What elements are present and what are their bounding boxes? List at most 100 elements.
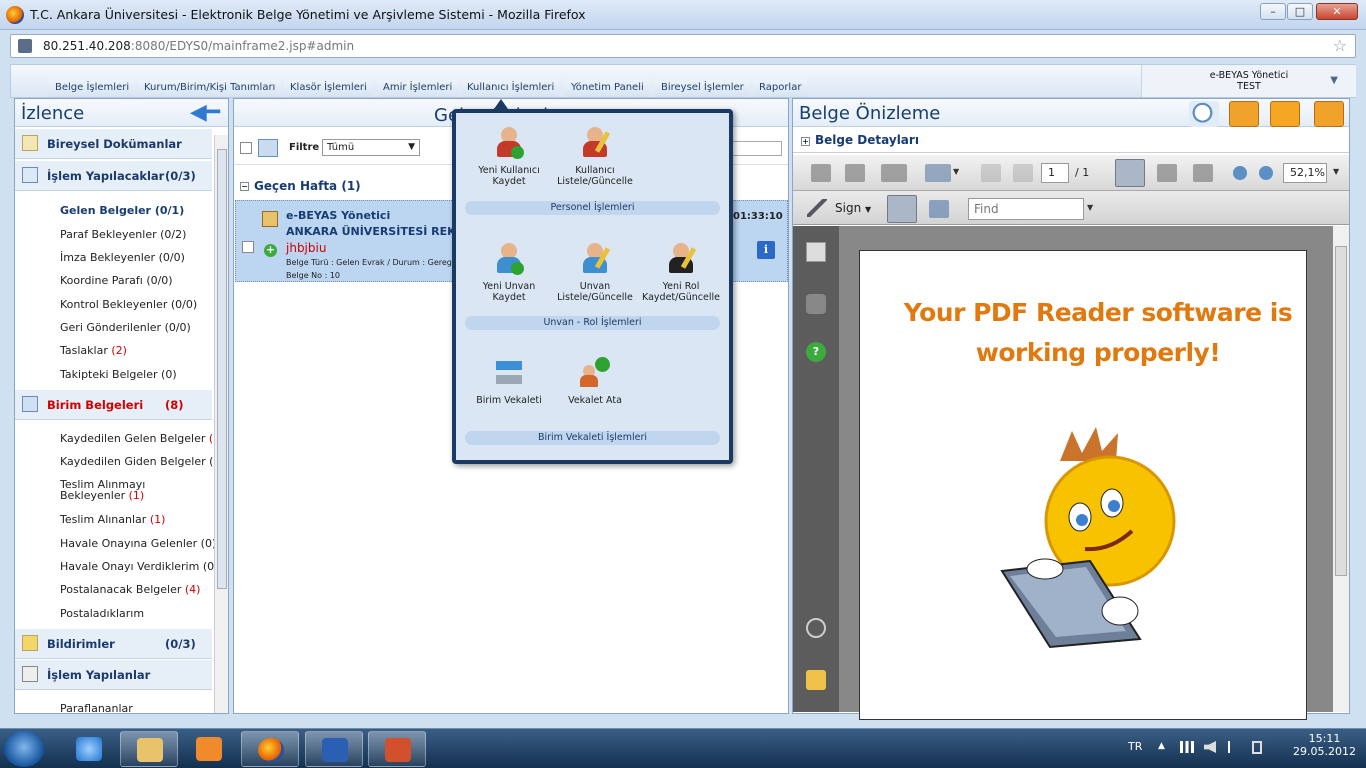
bookmark-star-icon[interactable]: ☆ [1333, 36, 1347, 55]
address-bar[interactable]: 80.251.40.208:8080/EDYS0/mainframe2.jsp#… [10, 34, 1356, 58]
start-button[interactable] [4, 731, 44, 767]
list-item-havale-onayi-verdiklerim[interactable]: Havale Onayı Verdiklerim (0) [60, 560, 218, 573]
yeni-rol-kaydet-button[interactable]: Yeni Rol Kaydet/Güncelle [638, 243, 724, 303]
hand-tool-icon[interactable] [1157, 164, 1177, 182]
list-item-paraf-bekleyenler[interactable]: Paraf Bekleyenler (0/2) [60, 228, 186, 241]
list-item-koordine-parafi[interactable]: Koordine Parafı (0/0) [60, 274, 173, 287]
taskbar-ie[interactable] [60, 731, 118, 767]
list-item-gelen-belgeler[interactable]: Gelen Belgeler (0/1) [60, 204, 184, 217]
info-button[interactable]: i [757, 241, 775, 259]
select-all-checkbox[interactable] [240, 142, 252, 154]
filter-select[interactable]: Tümü ▼ [322, 139, 420, 156]
sign-button[interactable]: Sign ▼ [835, 201, 871, 215]
list-item-havale-onayina[interactable]: Havale Onayına Gelenler (0) [60, 537, 216, 550]
kullanici-listele-button[interactable]: Kullanıcı Listele/Güncelle [552, 127, 638, 187]
list-item-kaydedilen-gelen[interactable]: Kaydedilen Gelen Belgeler (2) [60, 432, 225, 445]
page-input[interactable]: 1 [1041, 163, 1069, 183]
search-input[interactable] [730, 141, 782, 156]
volume-icon[interactable] [1204, 741, 1216, 753]
find-input[interactable]: Find [968, 198, 1084, 220]
edit-icon[interactable] [1314, 101, 1344, 127]
menu-klasor-islemleri[interactable]: Klasör İşlemleri [284, 79, 373, 97]
language-indicator[interactable]: TR [1128, 740, 1142, 753]
menu-kurum-tanimlari[interactable]: Kurum/Birim/Kişi Tanımları [138, 79, 282, 97]
list-item-kontrol-bekleyenler[interactable]: Kontrol Bekleyenler (0/0) [60, 298, 197, 311]
taskbar-powerpoint[interactable] [368, 731, 426, 767]
fit-page-icon[interactable] [929, 200, 949, 218]
list-item-teslim-alinmayi[interactable]: Teslim Alınmayı Bekleyenler (1) [60, 479, 145, 501]
marquee-zoom-icon[interactable] [1193, 164, 1213, 182]
network-icon[interactable] [1180, 741, 1194, 753]
help-icon[interactable]: ? [806, 342, 826, 362]
close-button[interactable]: ✕ [1316, 3, 1358, 20]
zoom-out-icon[interactable] [1233, 166, 1247, 180]
yeni-unvan-kaydet-button[interactable]: Yeni Unvan Kaydet [466, 243, 552, 303]
zoom-preview-icon[interactable] [1189, 101, 1219, 127]
menu-amir-islemleri[interactable]: Amir İşlemleri [377, 79, 459, 97]
section-bildirimler[interactable]: Bildirimler (0/3) [15, 629, 212, 659]
taskbar-explorer[interactable] [120, 731, 178, 767]
menu-bireysel-islemler[interactable]: Bireysel İşlemler [655, 79, 750, 97]
select-tool-icon[interactable] [1115, 159, 1145, 187]
list-item-taslaklar[interactable]: Taslaklar (2) [60, 344, 127, 357]
vekalet-ata-button[interactable]: Vekalet Ata [552, 357, 638, 406]
user-box[interactable]: e-BEYAS Yönetici TEST ▼ [1141, 65, 1356, 97]
add-icon[interactable]: + [264, 244, 277, 257]
left-scrollbar[interactable] [214, 135, 228, 713]
list-item-teslim-alinanlar[interactable]: Teslim Alınanlar (1) [60, 513, 165, 526]
flag-icon[interactable] [1228, 741, 1240, 753]
minimize-button[interactable]: – [1260, 3, 1286, 20]
chevron-down-icon[interactable]: ▼ [1330, 75, 1338, 86]
menu-belge-islemleri[interactable]: Belge İşlemleri [49, 79, 136, 97]
section-islem-yapilanlar[interactable]: İşlem Yapılanlar [15, 660, 212, 690]
chevron-down-icon[interactable]: ▼ [1333, 167, 1339, 176]
next-page-icon[interactable] [1013, 164, 1033, 182]
attachment-icon[interactable] [806, 618, 826, 638]
mail-icon[interactable] [1270, 101, 1300, 127]
section-islem-yapilacaklar[interactable]: İşlem Yapılacaklar (0/3) [15, 161, 212, 191]
collapse-arrow-icon[interactable]: ◀━ [190, 102, 220, 124]
list-item-paraflananlar[interactable]: Paraflananlar [60, 702, 133, 715]
section-birim-belgeleri[interactable]: Birim Belgeleri (8) [15, 390, 212, 420]
menu-kullanici-islemleri[interactable]: Kullanıcı İşlemleri [461, 79, 561, 97]
yeni-kullanici-kaydet-button[interactable]: Yeni Kullanıcı Kaydet [466, 127, 552, 187]
tray-expand-icon[interactable]: ▲ [1158, 741, 1165, 751]
clock[interactable]: 15:11 29.05.2012 [1293, 732, 1356, 758]
menu-raporlar[interactable]: Raporlar [753, 79, 808, 97]
battery-icon[interactable] [1252, 741, 1262, 754]
list-item-postaladiklarim[interactable]: Postaladıklarım [60, 607, 144, 620]
list-item-imza-bekleyenler[interactable]: İmza Bekleyenler (0/0) [60, 251, 185, 264]
binoculars-icon[interactable] [806, 294, 826, 314]
list-item-geri-gonderilenler[interactable]: Geri Gönderilenler (0/0) [60, 321, 191, 334]
list-item-takipteki-belgeler[interactable]: Takipteki Belgeler (0) [60, 368, 177, 381]
chevron-down-icon[interactable]: ▼ [953, 167, 959, 176]
prev-page-icon[interactable] [981, 164, 1001, 182]
url-text[interactable]: 80.251.40.208:8080/EDYS0/mainframe2.jsp#… [43, 39, 354, 53]
pages-icon[interactable] [806, 242, 826, 262]
save-icon[interactable] [845, 164, 865, 182]
belge-detaylari-row[interactable]: + Belge Detayları [793, 129, 1349, 153]
list-item-postalanacak[interactable]: Postalanacak Belgeler (4) [60, 583, 200, 596]
pdf-scrollbar[interactable] [1333, 226, 1349, 712]
birim-vekaleti-button[interactable]: Birim Vekaleti [466, 357, 552, 406]
row-checkbox[interactable] [242, 241, 254, 253]
zoom-input[interactable]: 52,1% [1283, 163, 1327, 183]
taskbar-firefox[interactable] [241, 731, 299, 767]
scroll-thumb[interactable] [217, 149, 227, 589]
print-icon[interactable] [811, 164, 831, 182]
chevron-down-icon[interactable]: ▼ [1087, 203, 1093, 212]
archive-icon[interactable] [1229, 101, 1259, 127]
group-header[interactable]: − Geçen Hafta (1) [240, 179, 361, 193]
pdf-viewer[interactable]: Your PDF Reader software is working prop… [839, 226, 1333, 720]
maximize-button[interactable]: □ [1287, 3, 1313, 20]
unvan-listele-button[interactable]: Unvan Listele/Güncelle [552, 243, 638, 303]
fit-width-icon[interactable] [887, 195, 917, 223]
taskbar-media-player[interactable] [180, 731, 238, 767]
sign-pen-icon[interactable] [807, 199, 827, 217]
send-icon[interactable] [258, 139, 278, 157]
taskbar-word[interactable] [305, 731, 363, 767]
comments-icon[interactable] [806, 670, 826, 690]
export-icon[interactable] [925, 164, 951, 182]
scroll-thumb[interactable] [1335, 246, 1347, 576]
section-bireysel-dokumanlar[interactable]: Bireysel Dokümanlar [15, 129, 212, 159]
